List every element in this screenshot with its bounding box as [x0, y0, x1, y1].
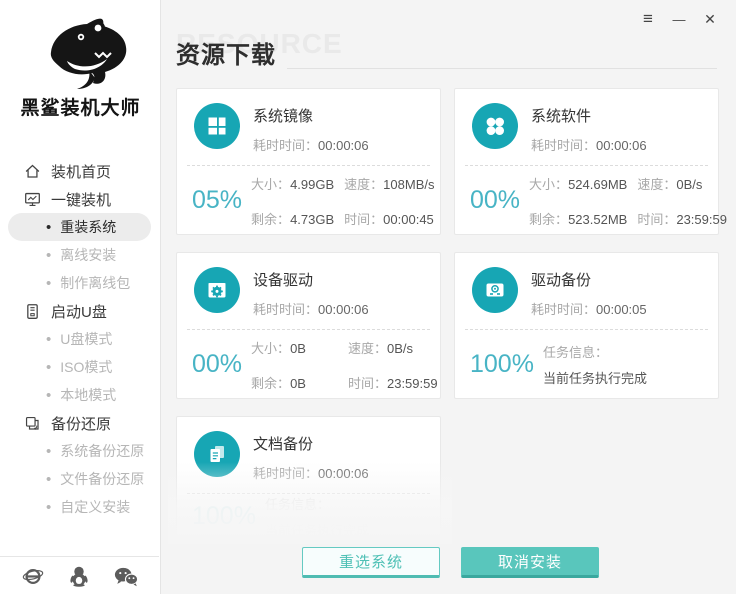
app-name: 黑鲨装机大师: [20, 98, 141, 119]
card-document-backup: 文档备份 耗时时间：00:00:06 100% 任务信息： 当前任务执行完成: [176, 416, 441, 538]
shark-logo-icon: [29, 6, 133, 92]
drive-backup-icon: [472, 267, 518, 313]
home-icon: [24, 163, 41, 180]
monitor-icon: [24, 191, 41, 208]
ie-icon[interactable]: [22, 565, 44, 587]
sidebar-item-home[interactable]: 装机首页: [0, 157, 160, 185]
app-window: 黑鲨装机大师 装机首页 一键装机 • 重装系统 • 离线安装 • 制作离线包 启…: [0, 0, 736, 594]
sidebar-item-offline-install[interactable]: • 离线安装: [0, 241, 160, 269]
card-divider: [187, 329, 430, 330]
stat-remaining: 剩余：523.52MB: [529, 211, 628, 227]
device-driver-icon: [194, 267, 240, 313]
bullet-icon: •: [46, 246, 52, 264]
card-system-image: 系统镜像 耗时时间：00:00:06 05% 大小：4.99GB 速度：108M…: [176, 88, 441, 235]
cancel-install-button[interactable]: 取消安装: [461, 547, 599, 578]
app-logo: 黑鲨装机大师: [0, 6, 161, 120]
header-divider: [287, 68, 717, 69]
card-title: 文档备份: [253, 436, 314, 453]
stat-speed: 速度：108MB/s: [344, 176, 435, 192]
bullet-icon: •: [46, 470, 52, 488]
sidebar-menu: 装机首页 一键装机 • 重装系统 • 离线安装 • 制作离线包 启动U盘 • U…: [0, 157, 160, 521]
menu-icon[interactable]: ≡: [638, 8, 658, 30]
bullet-icon: •: [46, 498, 52, 516]
card-title: 系统镜像: [253, 108, 314, 125]
sidebar-item-backup-restore[interactable]: 备份还原: [0, 409, 160, 437]
card-driver-backup: 驱动备份 耗时时间：00:00:05 100% 任务信息： 当前任务执行完成: [454, 252, 719, 399]
stat-time: 时间：23:59:59: [347, 375, 438, 391]
task-label: 任务信息：: [264, 497, 330, 512]
task-value: 当前任务执行完成: [264, 523, 369, 538]
sidebar-item-file-backup-restore[interactable]: • 文件备份还原: [0, 465, 160, 493]
progress-percent: 00%: [192, 350, 243, 378]
progress-percent: 100%: [470, 350, 534, 378]
bullet-icon: •: [46, 358, 52, 376]
bullet-icon: •: [46, 386, 52, 404]
elapsed-time: 耗时时间：00:00:06: [253, 138, 369, 153]
download-stats: 大小：4.99GB 速度：108MB/s 剩余：4.73GB 时间：00:00:…: [251, 174, 434, 228]
progress-percent: 00%: [470, 186, 521, 214]
elapsed-time: 耗时时间：00:00:06: [531, 138, 647, 153]
sidebar: 黑鲨装机大师 装机首页 一键装机 • 重装系统 • 离线安装 • 制作离线包 启…: [0, 0, 161, 594]
document-backup-icon: [194, 431, 240, 477]
card-title: 系统软件: [531, 108, 592, 125]
card-device-driver: 设备驱动 耗时时间：00:00:06 00% 大小：0B 速度：0B/s 剩余：…: [176, 252, 441, 399]
stat-size: 大小：0B: [251, 340, 306, 356]
task-info: 任务信息： 当前任务执行完成: [265, 494, 369, 538]
card-divider: [465, 165, 708, 166]
sidebar-item-custom-install[interactable]: • 自定义安装: [0, 493, 160, 521]
sidebar-footer: [0, 563, 160, 589]
task-info: 任务信息： 当前任务执行完成: [543, 342, 647, 387]
windows-icon: [194, 103, 240, 149]
card-system-software: 系统软件 耗时时间：00:00:06 00% 大小：524.69MB 速度：0B…: [454, 88, 727, 235]
sidebar-footer-divider: [0, 556, 159, 557]
download-stats: 大小：0B 速度：0B/s 剩余：0B 时间：23:59:59: [251, 338, 438, 392]
bullet-icon: •: [46, 330, 52, 348]
stat-remaining: 剩余：4.73GB: [251, 211, 335, 227]
task-value: 当前任务执行完成: [542, 371, 647, 386]
download-stats: 大小：524.69MB 速度：0B/s 剩余：523.52MB 时间：23:59…: [529, 174, 727, 228]
restore-icon: [24, 415, 41, 432]
stat-size: 大小：524.69MB: [529, 176, 628, 192]
sidebar-item-system-backup-restore[interactable]: • 系统备份还原: [0, 437, 160, 465]
sidebar-item-iso-mode[interactable]: • ISO模式: [0, 353, 160, 381]
minimize-icon[interactable]: —: [669, 8, 689, 30]
card-divider: [465, 329, 708, 330]
elapsed-time: 耗时时间：00:00:05: [531, 302, 647, 317]
card-title: 设备驱动: [253, 272, 314, 289]
progress-percent: 100%: [192, 502, 256, 530]
stat-speed: 速度：0B/s: [347, 340, 413, 356]
bullet-icon: •: [46, 442, 52, 460]
sidebar-item-one-click[interactable]: 一键装机: [0, 185, 160, 213]
window-controls: ≡ — ✕: [638, 8, 720, 30]
wechat-icon[interactable]: [114, 566, 138, 587]
qq-icon[interactable]: [69, 565, 89, 587]
bullet-icon: •: [46, 218, 52, 236]
bullet-icon: •: [46, 274, 52, 292]
card-divider: [187, 165, 430, 166]
sidebar-item-make-offline-package[interactable]: • 制作离线包: [0, 269, 160, 297]
stat-speed: 速度：0B/s: [637, 176, 703, 192]
stat-remaining: 剩余：0B: [251, 375, 306, 391]
apps-icon: [472, 103, 518, 149]
close-icon[interactable]: ✕: [700, 8, 720, 30]
stat-size: 大小：4.99GB: [251, 176, 335, 192]
stat-time: 时间：23:59:59: [637, 211, 727, 227]
progress-percent: 05%: [192, 186, 243, 214]
card-title: 驱动备份: [531, 272, 592, 289]
sidebar-item-reinstall-system[interactable]: • 重装系统: [8, 213, 151, 241]
elapsed-time: 耗时时间：00:00:06: [253, 466, 369, 481]
page-title: 资源下载: [176, 42, 276, 69]
stat-time: 时间：00:00:45: [344, 211, 434, 227]
reselect-system-button[interactable]: 重选系统: [302, 547, 440, 578]
sidebar-item-boot-usb[interactable]: 启动U盘: [0, 297, 160, 325]
elapsed-time: 耗时时间：00:00:06: [253, 302, 369, 317]
sidebar-item-usb-mode[interactable]: • U盘模式: [0, 325, 160, 353]
usb-icon: [24, 303, 41, 320]
task-label: 任务信息：: [542, 345, 608, 360]
sidebar-item-local-mode[interactable]: • 本地模式: [0, 381, 160, 409]
